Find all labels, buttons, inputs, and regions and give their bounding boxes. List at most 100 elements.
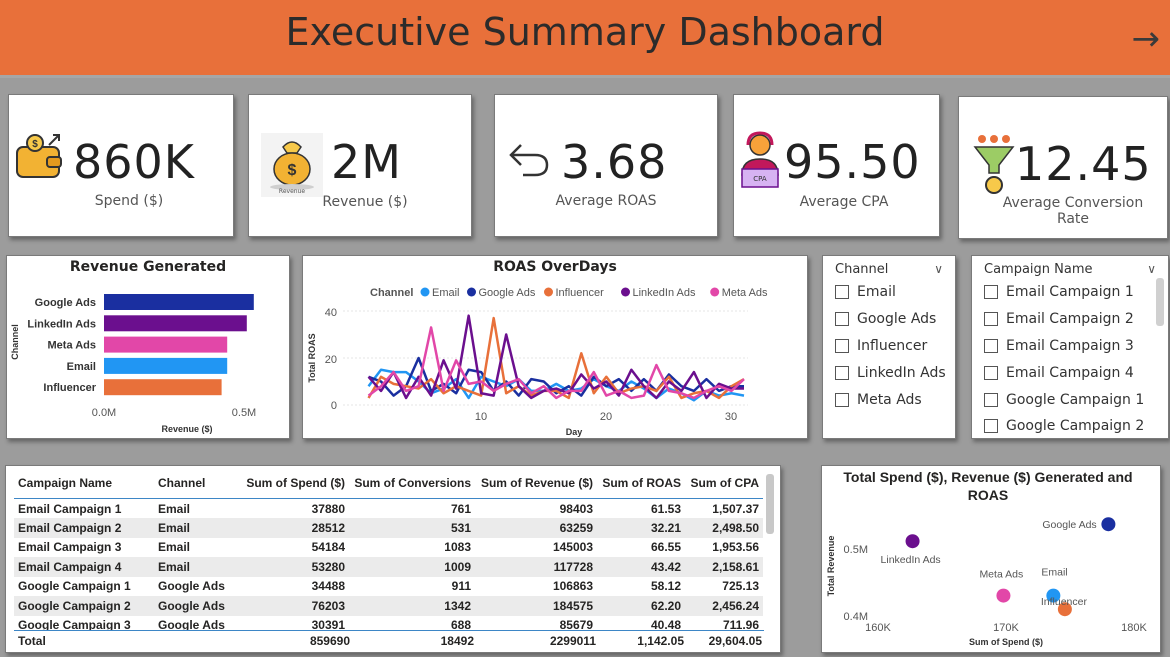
kpi-roas-value: 3.68 (561, 135, 668, 189)
total-label: Total (18, 634, 46, 648)
campaign-option-label: Google Campaign 2 (1006, 418, 1145, 434)
column-header-conversions[interactable]: Sum of Conversions (349, 472, 475, 499)
campaign-option[interactable]: Email Campaign 1 (984, 284, 1134, 300)
bar-meta-ads[interactable] (104, 336, 228, 353)
scatter-label-email: Email (1041, 567, 1067, 579)
table-row[interactable]: Email Campaign 3 Email 54184 1083 145003 66.5… (14, 538, 763, 558)
cell-cpa: 1,953.56 (712, 540, 759, 555)
channel-slicer-header: Channel (835, 262, 889, 277)
campaign-slicer-scrollbar[interactable] (1156, 278, 1164, 326)
kpi-spend-label: Spend ($) (94, 193, 164, 209)
column-header-roas[interactable]: Sum of ROAS (597, 472, 685, 499)
cell-conversions: 1009 (349, 557, 475, 577)
scatter-title-line2: ROAS (968, 487, 1008, 503)
table-row[interactable]: Email Campaign 1 Email 37880 761 98403 61.53 1… (14, 499, 763, 519)
legend-label-google-ads[interactable]: Google Ads (479, 287, 536, 299)
bar-email[interactable] (104, 357, 228, 374)
navigate-next-arrow-icon[interactable]: → (1132, 22, 1161, 56)
cell-revenue: 117728 (475, 557, 597, 577)
legend-label-meta-ads[interactable]: Meta Ads (722, 287, 768, 299)
cell-spend: 53280 (234, 557, 349, 577)
table-row[interactable]: Google Campaign 1 Google Ads 34488 911 10686… (14, 577, 763, 597)
table-row[interactable]: Email Campaign 2 Email 28512 531 63259 32.21 2… (14, 518, 763, 538)
roas-y-tick-20: 20 (325, 354, 337, 366)
total-roas: 1,142.05 (637, 634, 684, 648)
campaign-option[interactable]: Google Campaign 2 (984, 418, 1144, 434)
column-header-campaign-name[interactable]: Campaign Name (14, 472, 154, 499)
legend-label-email[interactable]: Email (432, 287, 460, 299)
checkbox-icon[interactable] (835, 285, 849, 299)
channel-option-linkedin-ads[interactable]: LinkedIn Ads (835, 365, 946, 381)
channel-option-influencer[interactable]: Influencer (835, 338, 927, 354)
total-cpa: 29,604.05 (708, 634, 762, 648)
column-header-revenue[interactable]: Sum of Revenue ($) (475, 472, 597, 499)
header-bar: Executive Summary Dashboard → (0, 0, 1170, 78)
checkbox-icon[interactable] (984, 312, 998, 326)
cell-spend: 37880 (311, 501, 345, 516)
checkbox-icon[interactable] (835, 393, 849, 407)
legend-swatch-email[interactable] (420, 287, 430, 297)
campaign-option[interactable]: Google Campaign 1 (984, 392, 1144, 408)
channel-option-label: Meta Ads (857, 392, 922, 408)
kpi-conversion-rate-label: Average Conversion Rate (1002, 195, 1144, 227)
cell-cpa: 725.13 (722, 579, 759, 594)
checkbox-icon[interactable] (984, 339, 998, 353)
wallet-money-icon: $ (13, 131, 69, 191)
return-arrow-icon (507, 139, 551, 183)
chevron-down-icon[interactable]: ∨ (1147, 262, 1156, 276)
kpi-card-conversion-rate: 12.45 Average Conversion Rate (958, 96, 1168, 239)
cell-roas: 32.21 (597, 518, 685, 538)
revenue-x-axis-label: Revenue ($) (161, 424, 212, 434)
scatter-title-line1: Total Spend ($), Revenue ($) Generated a… (843, 469, 1132, 485)
cell-cpa: 1,507.37 (712, 501, 759, 516)
scatter-x-tick-1: 170K (993, 622, 1019, 634)
checkbox-icon[interactable] (984, 285, 998, 299)
checkbox-icon[interactable] (984, 419, 998, 433)
cpa-icon-caption: CPA (753, 175, 767, 183)
channel-option-meta-ads[interactable]: Meta Ads (835, 392, 922, 408)
scatter-point-google-ads[interactable] (1101, 517, 1116, 532)
legend-swatch-google-ads[interactable] (467, 287, 476, 297)
kpi-cpa-label: Average CPA (799, 194, 889, 210)
money-bag-caption: Revenue (278, 188, 306, 195)
checkbox-icon[interactable] (835, 339, 849, 353)
roas-line-plot: Channel Total ROAS 0 20 40 10 20 30 Day … (307, 287, 768, 437)
scatter-label-meta-ads: Meta Ads (979, 569, 1023, 581)
scatter-point-meta-ads[interactable] (996, 588, 1011, 603)
bar-linkedin-ads[interactable] (104, 315, 247, 332)
bar-influencer[interactable] (104, 379, 222, 396)
table-scrollbar[interactable] (766, 474, 774, 534)
column-header-cpa[interactable]: Sum of CPA (685, 472, 763, 499)
campaign-option[interactable]: Email Campaign 4 (984, 365, 1134, 381)
column-header-channel[interactable]: Channel (154, 472, 234, 499)
checkbox-icon[interactable] (984, 366, 998, 380)
checkbox-icon[interactable] (835, 366, 849, 380)
table-row[interactable]: Google Campaign 2 Google Ads 76203 1342 1845… (14, 596, 763, 616)
channel-option-email[interactable]: Email (835, 284, 896, 300)
legend-swatch-linkedin-ads[interactable] (621, 287, 630, 297)
campaign-option[interactable]: Email Campaign 2 (984, 311, 1134, 327)
revenue-x-tick-1: 0.5M (232, 407, 256, 419)
legend-label-influencer[interactable]: Influencer (556, 287, 605, 299)
scatter-point-linkedin-ads[interactable] (905, 534, 920, 549)
cell-channel: Email (154, 518, 234, 538)
checkbox-icon[interactable] (984, 393, 998, 407)
spend-revenue-roas-scatter: Total Spend ($), Revenue ($) Generated a… (821, 465, 1161, 653)
table-row[interactable]: Email Campaign 4 Email 53280 1009 117728 43.4… (14, 557, 763, 577)
chevron-down-icon[interactable]: ∨ (934, 262, 943, 276)
bar-google-ads[interactable] (104, 294, 254, 310)
campaign-name-slicer: Campaign Name ∨ Email Campaign 1 Email C… (971, 255, 1169, 439)
legend-swatch-influencer[interactable] (544, 287, 553, 297)
channel-option-google-ads[interactable]: Google Ads (835, 311, 936, 327)
column-header-spend[interactable]: Sum of Spend ($) (234, 472, 349, 499)
revenue-generated-chart: Revenue Generated Channel 0.0M 0.5M Reve… (6, 255, 290, 439)
channel-option-label: Influencer (857, 338, 928, 354)
campaign-slicer-header: Campaign Name (984, 262, 1093, 277)
campaign-option-label: Email Campaign 1 (1006, 284, 1134, 300)
cell-revenue: 63259 (475, 518, 597, 538)
legend-label-linkedin-ads[interactable]: LinkedIn Ads (633, 287, 696, 299)
checkbox-icon[interactable] (835, 312, 849, 326)
legend-swatch-meta-ads[interactable] (710, 287, 720, 297)
channel-option-label: Google Ads (857, 311, 937, 327)
campaign-option[interactable]: Email Campaign 3 (984, 338, 1134, 354)
